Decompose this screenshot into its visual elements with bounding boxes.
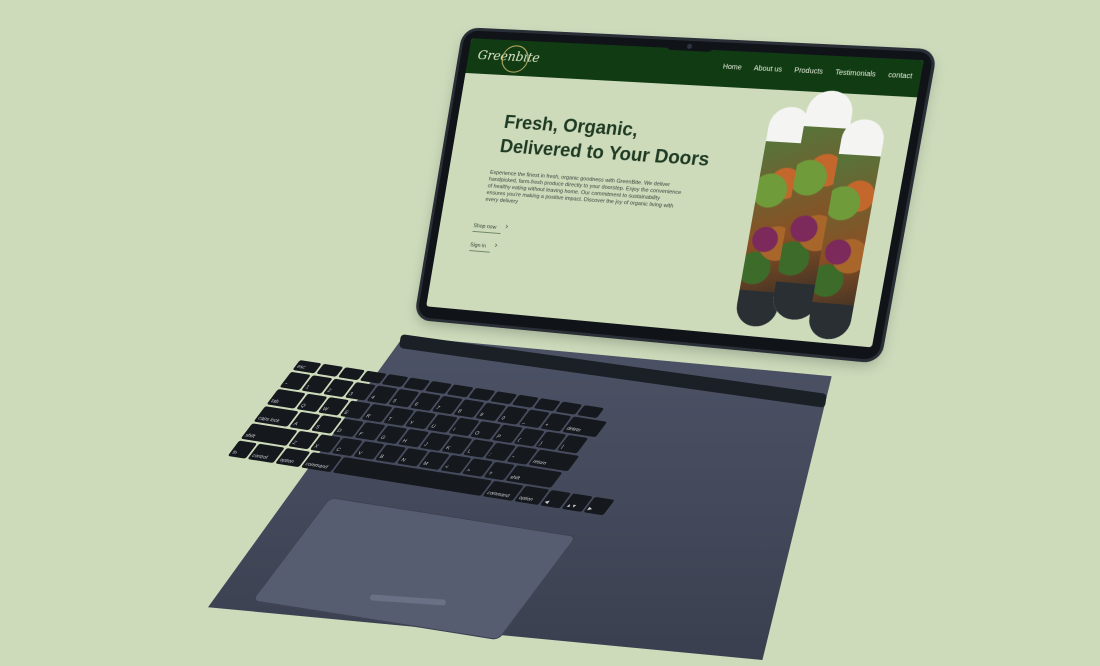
shop-now-link[interactable]: Shop now — [472, 223, 502, 235]
nav-home[interactable]: Home — [722, 64, 742, 72]
site-logo[interactable]: Greenbite — [475, 43, 541, 74]
hero-description: Experience the finest in fresh, organic … — [484, 169, 682, 210]
plate-image — [805, 302, 854, 342]
shop-now-arrow-icon[interactable]: › — [505, 222, 509, 231]
nav-products[interactable]: Products — [794, 67, 824, 76]
sign-in-link[interactable]: Sign in — [469, 242, 492, 253]
laptop-mockup-scene: esc ~1 2 3 4 5 6 7 8 9 0 _ + delete tab Q W E R T Y U I O P{} | ca… — [0, 0, 1100, 666]
function-key[interactable] — [576, 405, 605, 419]
nav-testimonials[interactable]: Testimonials — [835, 69, 877, 78]
screen-bezel: Greenbite Home About us Products Testimo… — [416, 30, 934, 361]
nav-about-us[interactable]: About us — [753, 65, 782, 74]
sign-in-arrow-icon[interactable]: › — [494, 240, 498, 249]
nav-links: Home About us Products Testimonials cont… — [722, 64, 913, 81]
camera-icon — [686, 43, 693, 49]
nav-contact[interactable]: contact — [888, 72, 913, 80]
hero-title: Fresh, Organic, Delivered to Your Doors — [498, 110, 740, 174]
website-screen: Greenbite Home About us Products Testimo… — [426, 38, 924, 348]
